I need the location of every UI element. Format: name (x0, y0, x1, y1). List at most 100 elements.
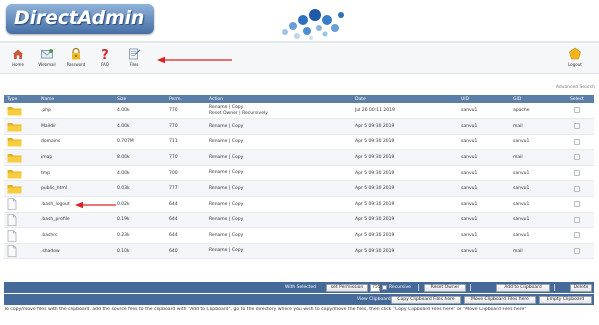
permission-input[interactable]: 755 (370, 283, 381, 292)
advanced-search-link[interactable]: Advanced Search (556, 85, 595, 90)
action-links[interactable]: Rename | Copy (209, 217, 349, 223)
select-checkbox[interactable] (574, 247, 580, 254)
table-row[interactable]: imap 8.00k 770 Rename | Copy Apr 5 09:30 201… (4, 149, 594, 166)
cell-uid: sanvu1 (458, 227, 510, 244)
cell-uid: sanvu1 (458, 118, 510, 135)
cell-name[interactable]: public_html (38, 180, 114, 198)
table-row[interactable]: .bashrc 0.23k 644 Rename | Copy Apr 5 09:30 … (4, 227, 594, 244)
toolbar-faq-label: FAQ (101, 62, 109, 67)
cell-perm[interactable]: 770 (166, 118, 206, 135)
cell-name[interactable]: tmp (38, 165, 114, 182)
table-row[interactable]: .php 4.00k 770 Rename | Copy Reset Owner | R… (4, 103, 594, 120)
table-row[interactable]: .shadow 0.10k 640 Rename | Copy Apr 5 09:30 … (4, 243, 594, 260)
cell-perm[interactable]: 711 (166, 134, 206, 151)
action-links[interactable]: Reset Owner | Recursively (209, 111, 349, 117)
cell-date: Jul 26 00:11 2019 (352, 103, 458, 120)
toolbar-webmail[interactable]: Webmail (34, 46, 60, 73)
set-permission-button[interactable]: set Permission (326, 283, 368, 292)
cell-name[interactable]: Maildir (38, 118, 114, 135)
cell-name[interactable]: .bashrc (38, 227, 114, 244)
toolbar-files[interactable]: Files (121, 46, 147, 73)
col-uid[interactable]: UID (458, 95, 510, 103)
cell-uid: sanvu1 (458, 103, 510, 120)
cell-perm[interactable]: 777 (166, 180, 206, 198)
toolbar-password[interactable]: Password (63, 46, 89, 73)
cell-perm[interactable]: 770 (166, 149, 206, 166)
col-date[interactable]: Date (352, 95, 458, 103)
action-links[interactable]: Rename | Copy (209, 233, 349, 239)
cell-name[interactable]: .bash_profile (38, 212, 114, 229)
table-row[interactable]: domains 0.707M 711 Rename | Copy Apr 5 09:30… (4, 134, 594, 151)
select-checkbox[interactable] (574, 185, 580, 192)
reset-owner-button[interactable]: Reset Owner (424, 283, 466, 292)
cell-perm[interactable]: 700 (166, 165, 206, 182)
empty-clipboard-button[interactable]: Empty Clipboard (539, 295, 592, 304)
directadmin-logo[interactable]: DirectAdmin (6, 4, 154, 34)
cell-action: Rename | Copy (206, 134, 352, 151)
cell-perm[interactable]: 644 (166, 227, 206, 244)
cell-type[interactable] (4, 227, 38, 244)
select-checkbox[interactable] (574, 169, 580, 176)
cell-type[interactable] (4, 118, 38, 135)
cell-type[interactable] (4, 103, 38, 120)
faq-icon: ? (101, 48, 109, 61)
recursive-checkbox[interactable] (382, 285, 387, 290)
table-row[interactable]: Maildir 4.00k 770 Rename | Copy Apr 5 09:30 … (4, 118, 594, 135)
cell-type[interactable] (4, 243, 38, 260)
select-checkbox[interactable] (574, 216, 580, 223)
cell-type[interactable] (4, 134, 38, 151)
add-to-clipboard-button[interactable]: Add to Clipboard (496, 283, 550, 292)
select-checkbox[interactable] (574, 123, 580, 130)
cell-uid: sanvu1 (458, 180, 510, 198)
cell-perm[interactable]: 644 (166, 196, 206, 213)
cell-select (560, 118, 594, 135)
select-checkbox[interactable] (574, 138, 580, 145)
table-row[interactable]: tmp 4.00k 700 Rename | Copy Apr 5 09:30 2019… (4, 165, 594, 182)
file-icon (7, 214, 17, 226)
move-clipboard-files-button[interactable]: Move Clipboard Files here (464, 295, 536, 304)
cell-perm[interactable]: 640 (166, 243, 206, 260)
cell-name[interactable]: imap (38, 149, 114, 166)
select-checkbox[interactable] (574, 232, 580, 239)
col-size[interactable]: Size (114, 95, 166, 103)
copy-clipboard-files-button[interactable]: Copy Clipboard Files here (391, 295, 461, 304)
select-checkbox[interactable] (574, 107, 580, 114)
col-gid[interactable]: GID (510, 95, 560, 103)
delete-button[interactable]: Delete (570, 283, 592, 292)
cell-uid: sanvu1 (458, 243, 510, 260)
col-perm[interactable]: Perm. (166, 95, 206, 103)
view-clipboard-link[interactable]: View Clipboard (357, 297, 391, 302)
select-checkbox[interactable] (574, 201, 580, 208)
cell-select (560, 165, 594, 182)
table-row[interactable]: public_html 0.03k 777 Rename | Copy Apr 5 09… (4, 180, 594, 198)
cell-perm[interactable]: 770 (166, 103, 206, 120)
cell-perm[interactable]: 644 (166, 212, 206, 229)
col-type[interactable]: Type (4, 95, 38, 103)
action-links[interactable]: Rename | Copy (209, 186, 349, 192)
action-links[interactable]: Rename | Copy (209, 170, 349, 176)
cell-type[interactable] (4, 212, 38, 229)
toolbar-logout[interactable]: Logout (562, 46, 588, 73)
action-links[interactable]: Rename | Copy (209, 248, 349, 254)
cell-size: 0.03k (114, 180, 166, 198)
action-links[interactable]: Rename | Copy (209, 202, 349, 208)
toolbar-home[interactable]: Home (5, 46, 31, 73)
cell-type[interactable] (4, 180, 38, 198)
action-links[interactable]: Rename | Copy (209, 124, 349, 130)
toolbar-faq[interactable]: ? FAQ (92, 46, 118, 73)
cell-name[interactable]: domains (38, 134, 114, 151)
cell-name[interactable]: .php (38, 103, 114, 120)
cell-type[interactable] (4, 196, 38, 213)
action-links[interactable]: Rename | Copy (209, 155, 349, 161)
cell-name[interactable]: .shadow (38, 243, 114, 260)
cell-action: Rename | Copy Reset Owner | Recursively (206, 103, 352, 120)
toolbar: Home Webmail Password ? FAQ Files Logout (0, 44, 599, 74)
col-name[interactable]: Name (38, 95, 114, 103)
select-checkbox[interactable] (574, 154, 580, 161)
table-row[interactable]: .bash_profile 0.19k 644 Rename | Copy Apr 5 … (4, 212, 594, 229)
webmail-icon (41, 49, 53, 59)
cell-type[interactable] (4, 165, 38, 182)
action-links[interactable]: Rename | Copy (209, 139, 349, 145)
cell-size: 0.10k (114, 243, 166, 260)
cell-type[interactable] (4, 149, 38, 166)
